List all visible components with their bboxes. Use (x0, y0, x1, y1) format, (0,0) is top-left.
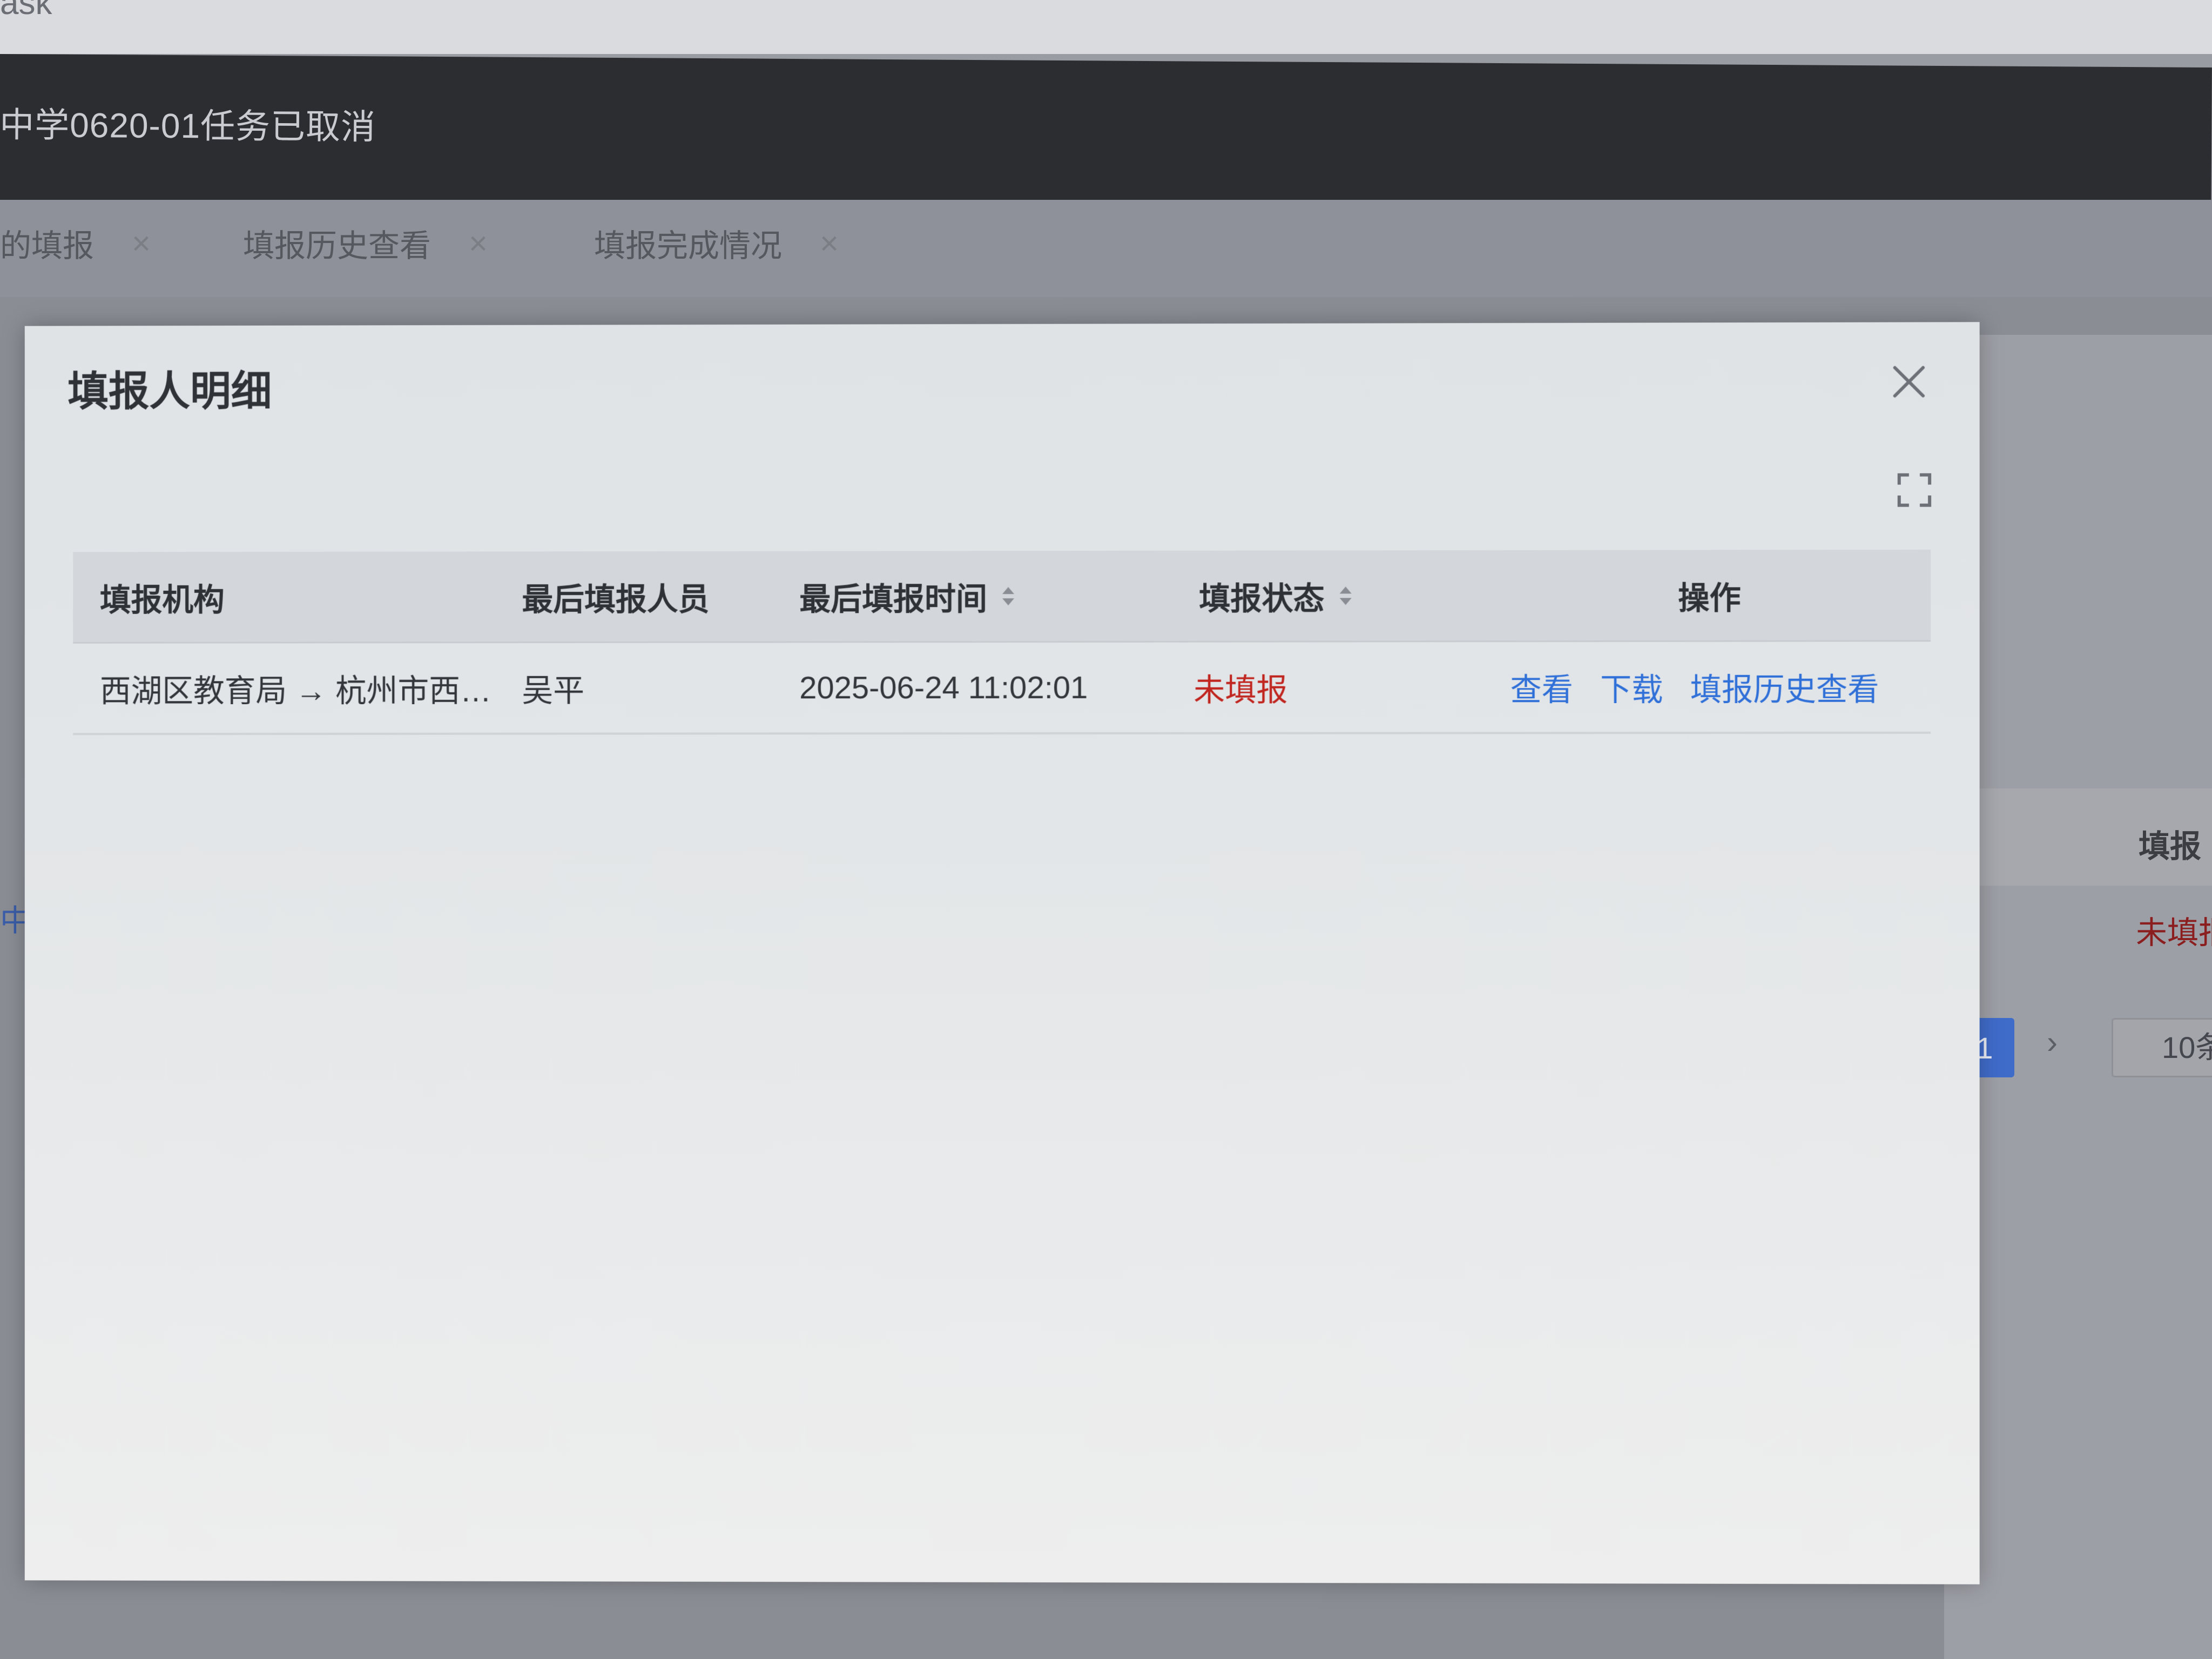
column-header-status[interactable]: 填报状态 (1177, 572, 1488, 618)
fill-history-link[interactable]: 填报历史查看 (1690, 664, 1879, 710)
cell-time: 2025-06-24 11:02:01 (799, 670, 1088, 705)
tab-label: 的填报 (0, 228, 95, 264)
status-badge: 未填报 (1193, 672, 1288, 708)
column-header-actions: 操作 (1678, 580, 1741, 616)
sort-icon[interactable] (1338, 582, 1354, 609)
cell-org: 西湖区教育局 → 杭州市西… (99, 673, 491, 709)
top-strip: ask (0, 0, 2212, 54)
tab-fill-completion[interactable]: 填报完成情况 × (594, 216, 839, 270)
close-icon[interactable]: × (469, 225, 488, 262)
tab-label: 填报历史查看 (243, 228, 431, 264)
fullscreen-icon[interactable] (1893, 468, 1936, 511)
background-table-header: 填报 (1944, 788, 2212, 886)
table-header: 填报机构 最后填报人员 最后填报时间 填报状态 操作 (73, 549, 1931, 644)
cell-actions: 查看 下载 填报历史查看 (1488, 664, 1931, 710)
background-header-text: 填报 (2139, 829, 2202, 864)
close-icon[interactable] (1887, 360, 1931, 403)
dialog-title: 填报人明细 (68, 368, 272, 415)
filler-detail-dialog: 填报人明细 填报机构 最后填报人员 最后填报时间 填报状态 操作 西湖区教育局 … (24, 322, 1980, 1584)
close-icon[interactable]: × (820, 225, 839, 262)
background-status-text: 未填报 (2136, 915, 2212, 950)
tab-my-fill[interactable]: 的填报 × (0, 216, 151, 270)
page-size-select[interactable]: 10条/页 (2112, 1018, 2212, 1077)
column-header-time[interactable]: 最后填报时间 (799, 573, 1177, 619)
notice-text: 中学0620-01任务已取消 (0, 105, 376, 147)
tab-label: 填报完成情况 (594, 228, 783, 264)
background-panel (1944, 335, 2212, 1659)
chevron-right-icon[interactable]: › (2047, 1023, 2058, 1061)
column-header-org: 填报机构 (99, 582, 225, 618)
filler-table: 填报机构 最后填报人员 最后填报时间 填报状态 操作 西湖区教育局 → 杭州市西… (73, 549, 1931, 736)
tab-fill-history[interactable]: 填报历史查看 × (243, 216, 488, 270)
tabs-row: 的填报 × 填报历史查看 × 填报完成情况 × (0, 200, 2212, 297)
top-fragment-text: ask (0, 0, 52, 22)
download-link[interactable]: 下载 (1600, 664, 1663, 710)
view-link[interactable]: 查看 (1510, 664, 1573, 710)
column-header-person: 最后填报人员 (522, 582, 710, 617)
notice-bar: 中学0620-01任务已取消 (0, 54, 2212, 214)
sort-icon[interactable] (1000, 582, 1016, 609)
cell-person: 吴平 (522, 673, 585, 709)
close-icon[interactable]: × (132, 225, 151, 262)
table-row: 西湖区教育局 → 杭州市西… 吴平 2025-06-24 11:02:01 未填… (73, 642, 1931, 736)
